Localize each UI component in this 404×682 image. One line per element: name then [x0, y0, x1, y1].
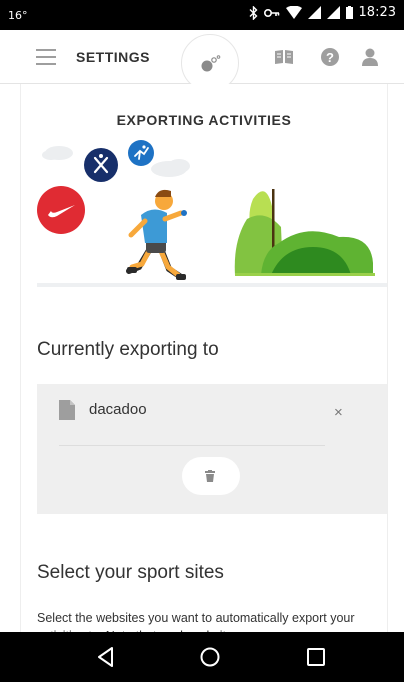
user-icon[interactable]: [360, 47, 380, 67]
help-icon[interactable]: ?: [320, 47, 340, 67]
blue-badge: [128, 140, 154, 166]
page-title: SETTINGS: [76, 49, 151, 65]
export-site-card: dacadoo ×: [37, 384, 387, 514]
nike-badge: [37, 186, 85, 234]
book-icon[interactable]: [274, 47, 294, 67]
status-icons: 18:23: [249, 5, 396, 20]
signal-icon-2: [326, 6, 340, 19]
delete-button[interactable]: [182, 457, 240, 495]
cloud-right: [151, 159, 190, 177]
recent-apps-icon[interactable]: [303, 644, 329, 670]
select-section-title: Select your sport sites: [37, 562, 224, 583]
remove-export-button[interactable]: ×: [334, 405, 343, 420]
temperature: 16°: [8, 9, 28, 22]
exporting-illustration: [37, 140, 375, 280]
navigation-bar: [0, 632, 404, 682]
screen: 16° 18:23 SETTINGS ? EXPORTING ACTIVITIE…: [0, 0, 404, 682]
home-icon[interactable]: [197, 644, 223, 670]
settings-content: EXPORTING ACTIVITIES Currently exporting…: [20, 84, 388, 632]
export-section-title: Currently exporting to: [37, 339, 219, 360]
clock: 18:23: [358, 5, 396, 20]
back-icon[interactable]: [93, 644, 119, 670]
cloud-left: [42, 146, 73, 160]
svg-text:?: ?: [326, 50, 334, 65]
battery-icon: [345, 6, 353, 19]
hero-title: EXPORTING ACTIVITIES: [116, 112, 292, 128]
status-bar: 16° 18:23: [0, 0, 404, 30]
trees: [234, 189, 375, 276]
wifi-icon: [285, 6, 302, 19]
activity-icon: [201, 55, 221, 72]
trash-icon: [205, 470, 215, 482]
menu-icon[interactable]: [36, 49, 56, 65]
document-icon: [59, 400, 75, 420]
app-header: SETTINGS ?: [0, 30, 404, 92]
bluetooth-icon: [249, 5, 258, 20]
signal-icon: [307, 6, 321, 19]
select-description: Select the websites you want to automati…: [37, 611, 355, 632]
export-site-name: dacadoo: [89, 401, 147, 418]
key-icon: [263, 8, 279, 17]
runner-figure: [126, 189, 187, 280]
card-divider: [59, 445, 325, 446]
hero-divider: [37, 283, 387, 287]
